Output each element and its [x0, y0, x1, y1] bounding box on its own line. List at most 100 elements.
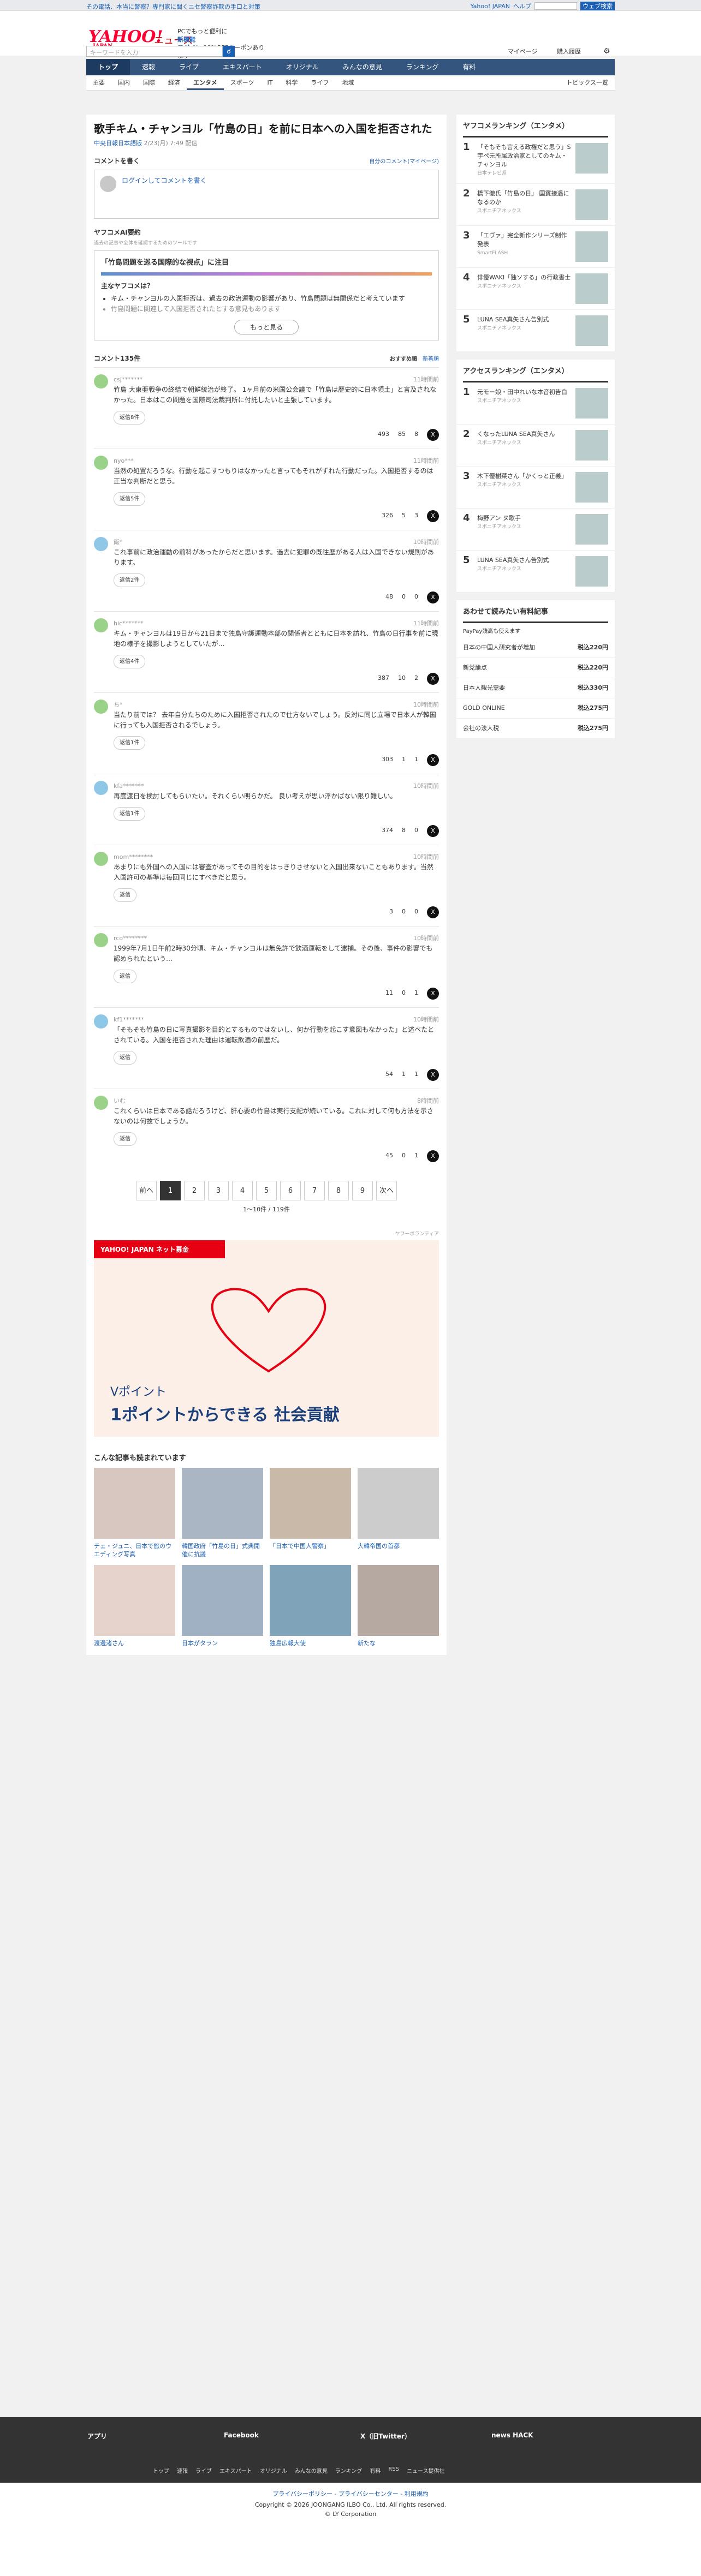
page-2[interactable]: 2 — [184, 1181, 205, 1200]
x-share-icon[interactable]: X — [427, 754, 439, 766]
subnav-sports[interactable]: スポーツ — [224, 76, 261, 90]
ai-more-button[interactable]: もっと見る — [234, 320, 299, 334]
related-title[interactable]: 「日本で中国人警察」 — [270, 1542, 351, 1550]
subnav-entertainment[interactable]: エンタメ — [187, 76, 224, 90]
topics-list-link[interactable]: トピックス一覧 — [560, 76, 615, 90]
agree-button[interactable]: 387 — [378, 673, 389, 685]
paid-title[interactable]: 会社の法人税 — [463, 724, 573, 733]
article-title[interactable]: 歌手キム・チャンヨル「竹島の日」を前に日本への入国を拒否された — [86, 115, 447, 136]
footer-x[interactable]: X（旧Twitter） — [360, 2431, 411, 2441]
related-title[interactable]: 渡邊渚さん — [94, 1639, 175, 1647]
reply-button[interactable]: 返信8件 — [114, 411, 146, 425]
nav-expert[interactable]: エキスパート — [211, 59, 274, 75]
next-page-button[interactable]: 次へ — [376, 1181, 397, 1200]
nav-ranking[interactable]: ランキング — [394, 59, 451, 75]
agree-button[interactable]: 11 — [385, 988, 393, 1000]
paid-title[interactable]: GOLD ONLINE — [463, 704, 573, 713]
disagree-button[interactable]: 0 — [414, 591, 418, 603]
neutral-button[interactable]: 0 — [402, 591, 406, 603]
paid-title[interactable]: 日本の中国人研究者が増加 — [463, 643, 573, 652]
comment-user[interactable]: 飯* — [114, 537, 123, 547]
nav-breaking[interactable]: 速報 — [130, 59, 167, 75]
comment-user[interactable]: csj******* — [114, 374, 142, 385]
top-notice-link[interactable]: その電話、本当に警察？専門家に聞くニセ警察詐欺の手口と対策 — [86, 2, 260, 11]
subnav-life[interactable]: ライフ — [304, 76, 335, 90]
my-comments-link[interactable]: 自分のコメント(マイページ) — [369, 157, 439, 165]
comment-user[interactable]: kf1******* — [114, 1014, 144, 1025]
related-item[interactable]: 「日本で中国人警察」 — [270, 1468, 351, 1558]
reply-button[interactable]: 返信 — [114, 888, 136, 902]
page-4[interactable]: 4 — [232, 1181, 253, 1200]
agree-button[interactable]: 326 — [382, 510, 393, 522]
nav-paid[interactable]: 有料 — [450, 59, 488, 75]
subnav-main[interactable]: 主要 — [86, 76, 111, 90]
x-share-icon[interactable]: X — [427, 673, 439, 685]
disagree-button[interactable]: 3 — [414, 510, 418, 522]
subnav-domestic[interactable]: 国内 — [111, 76, 136, 90]
paid-title[interactable]: 新党論点 — [463, 664, 573, 672]
comment-user[interactable]: mom******** — [114, 852, 153, 862]
ranking-title[interactable]: 「そもそも言える政権だと思う」S宇ペ元所属政治家としてのキム・チャンヨル — [477, 143, 571, 169]
paid-item[interactable]: 会社の法人税 税込275円 — [456, 719, 615, 739]
footer-link[interactable]: トップ — [153, 2466, 169, 2475]
top-search-input[interactable] — [534, 2, 577, 10]
ranking-title[interactable]: 元モー娘・田中れいな本音初告白 — [477, 388, 571, 397]
neutral-button[interactable]: 5 — [402, 510, 406, 522]
comment-user[interactable]: いむ — [114, 1096, 126, 1106]
related-item[interactable]: チェ・ジュニ、日本で旅のウエディング写真 — [94, 1468, 175, 1558]
ranking-item[interactable]: 2 くなったLUNA SEA真矢さん スポニチアネックス — [456, 425, 615, 467]
reply-button[interactable]: 返信 — [114, 1132, 136, 1146]
ad-banner[interactable]: ヤフーボランティア YAHOO! JAPAN ネット募金 Vポイント 1ポイント… — [86, 1222, 447, 1444]
gear-icon[interactable]: ⚙ — [603, 47, 610, 56]
disagree-button[interactable]: 0 — [414, 825, 418, 837]
related-title[interactable]: 新たな — [358, 1639, 439, 1647]
footer-link[interactable]: 速報 — [177, 2466, 188, 2475]
x-share-icon[interactable]: X — [427, 591, 439, 603]
subnav-science[interactable]: 科学 — [279, 76, 304, 90]
disagree-button[interactable]: 1 — [414, 1150, 418, 1162]
footer-link[interactable]: RSS — [388, 2466, 399, 2475]
neutral-button[interactable]: 0 — [402, 906, 406, 918]
footer-apps[interactable]: アプリ — [87, 2431, 107, 2441]
agree-button[interactable]: 3 — [389, 906, 393, 918]
agree-button[interactable]: 48 — [385, 591, 393, 603]
news-search-input[interactable]: キーワードを入力 — [86, 46, 223, 57]
page-7[interactable]: 7 — [304, 1181, 325, 1200]
ranking-item[interactable]: 4 俳優WAKI「独ソする」の行政書士 スポニチアネックス — [456, 268, 615, 310]
x-share-icon[interactable]: X — [427, 988, 439, 1000]
footer-facebook[interactable]: Facebook — [224, 2431, 259, 2439]
x-share-icon[interactable]: X — [427, 1069, 439, 1081]
related-title[interactable]: 日本がタラン — [182, 1639, 263, 1647]
related-item[interactable]: 大韓帝国の首都 — [358, 1468, 439, 1558]
agree-button[interactable]: 45 — [385, 1150, 393, 1162]
prev-page-button[interactable]: 前へ — [136, 1181, 157, 1200]
ranking-title[interactable]: 俳優WAKI「独ソする」の行政書士 — [477, 273, 571, 282]
neutral-button[interactable]: 1 — [402, 1069, 406, 1081]
paid-item[interactable]: 日本の中国人研究者が増加 税込220円 — [456, 638, 615, 658]
agree-button[interactable]: 54 — [385, 1069, 393, 1081]
neutral-button[interactable]: 0 — [402, 1150, 406, 1162]
page-3[interactable]: 3 — [208, 1181, 229, 1200]
footer-link[interactable]: 有料 — [370, 2466, 381, 2475]
page-1[interactable]: 1 — [160, 1181, 181, 1200]
ranking-title[interactable]: LUNA SEA真矢さん告別式 — [477, 556, 571, 565]
reply-button[interactable]: 返信4件 — [114, 655, 146, 668]
login-to-comment-link[interactable]: ログインしてコメントを書く — [122, 176, 207, 213]
paid-item[interactable]: 日本人観光需要 税込330円 — [456, 678, 615, 698]
x-share-icon[interactable]: X — [427, 906, 439, 918]
disagree-button[interactable]: 0 — [414, 906, 418, 918]
reply-button[interactable]: 返信2件 — [114, 573, 146, 587]
reply-button[interactable]: 返信5件 — [114, 492, 146, 506]
yahoo-japan-link[interactable]: Yahoo! JAPAN — [470, 3, 510, 10]
nav-opinion[interactable]: みんなの意見 — [331, 59, 394, 75]
related-title[interactable]: 韓国政府「竹島の日」式典開催に抗議 — [182, 1542, 263, 1558]
disagree-button[interactable]: 1 — [414, 988, 418, 1000]
comment-user[interactable]: kfa******* — [114, 781, 144, 791]
ranking-item[interactable]: 5 LUNA SEA真矢さん告別式 スポニチアネックス — [456, 551, 615, 593]
neutral-button[interactable]: 0 — [402, 988, 406, 1000]
subnav-region[interactable]: 地域 — [335, 76, 360, 90]
article-source[interactable]: 中央日報日本語版 — [94, 140, 142, 147]
x-share-icon[interactable]: X — [427, 825, 439, 837]
related-item[interactable]: 日本がタラン — [182, 1565, 263, 1647]
paid-title[interactable]: 日本人観光需要 — [463, 684, 573, 692]
